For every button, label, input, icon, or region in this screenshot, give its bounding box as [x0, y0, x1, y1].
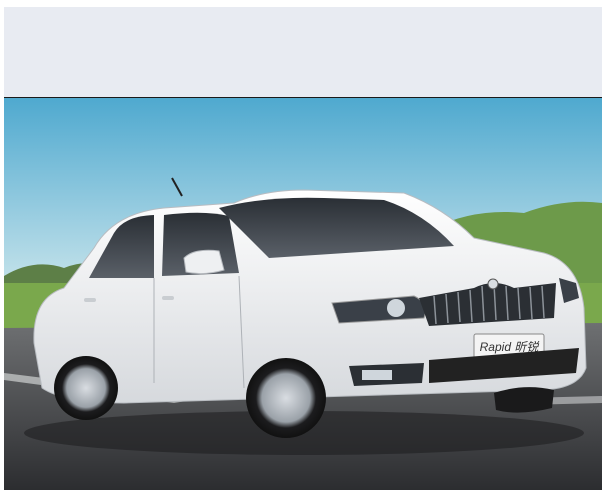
- brand-logo: [487, 278, 499, 290]
- front-wheel: [246, 358, 326, 438]
- headlight-lamp: [387, 299, 405, 317]
- fog-light: [362, 370, 392, 380]
- rear-door-handle: [84, 298, 96, 302]
- header-band: [4, 7, 602, 97]
- front-right-wheel: [494, 387, 554, 413]
- side-mirror: [183, 249, 225, 275]
- rear-wheel: [54, 356, 118, 420]
- car-photo: Rapid 昕锐: [4, 98, 602, 490]
- front-door-handle: [162, 296, 174, 300]
